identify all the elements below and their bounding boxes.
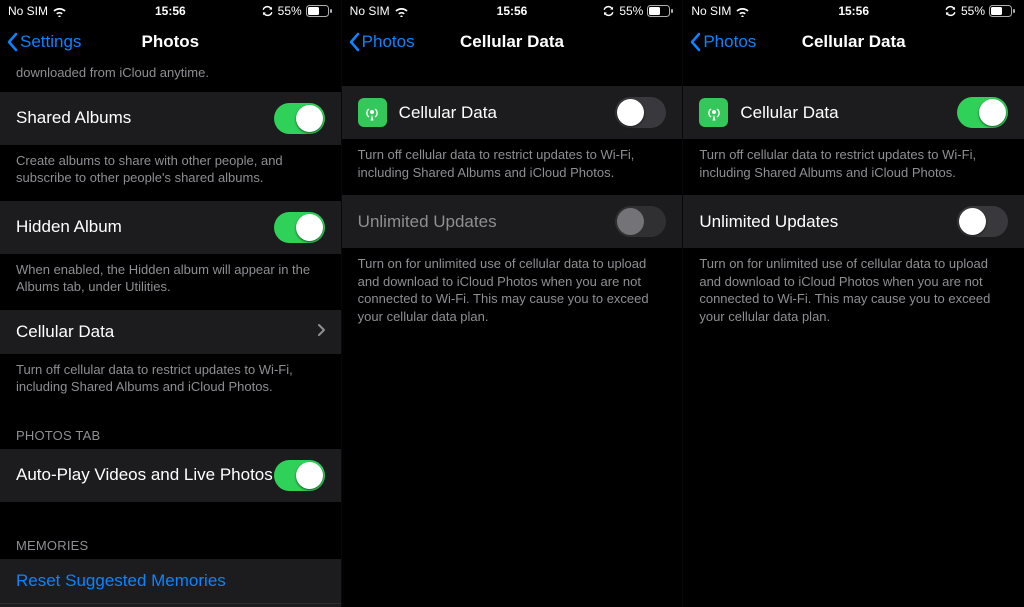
settings-row: Shared Albums (0, 92, 341, 145)
phone-screen: No SIM 15:56 55% Photos Cellular Data Ce… (341, 0, 683, 607)
section-header: MEMORIES (0, 520, 341, 559)
settings-row: Show Holiday Events (0, 603, 341, 607)
toggle-switch[interactable] (615, 97, 666, 128)
toggle-switch[interactable] (957, 97, 1008, 128)
status-bar: No SIM 15:56 55% (342, 0, 683, 20)
wifi-icon (394, 6, 409, 17)
section-footer: Turn on for unlimited use of cellular da… (683, 248, 1024, 339)
back-label: Photos (703, 32, 756, 52)
settings-row-action[interactable]: Reset Suggested Memories (0, 559, 341, 603)
back-button[interactable]: Settings (6, 32, 81, 52)
settings-row: Cellular Data (342, 86, 683, 139)
settings-row-link[interactable]: Cellular Data (0, 310, 341, 354)
row-label: Unlimited Updates (358, 212, 616, 232)
row-label: Cellular Data (16, 322, 317, 342)
content[interactable]: downloaded from iCloud anytime. Shared Al… (0, 64, 341, 607)
back-button[interactable]: Photos (348, 32, 415, 52)
battery-text: 55% (278, 4, 302, 18)
wifi-icon (52, 6, 67, 17)
section-header: PHOTOS TAB (0, 410, 341, 449)
chevron-left-icon (348, 32, 360, 52)
toggle-switch[interactable] (957, 206, 1008, 237)
back-label: Photos (362, 32, 415, 52)
carrier-text: No SIM (350, 4, 390, 18)
row-label: Unlimited Updates (699, 212, 957, 232)
toggle-switch[interactable] (274, 460, 325, 491)
row-label: Cellular Data (740, 103, 957, 123)
toggle-switch (615, 206, 666, 237)
antenna-icon (699, 98, 728, 127)
truncated-footer: downloaded from iCloud anytime. (0, 64, 341, 92)
chevron-left-icon (689, 32, 701, 52)
battery-icon (647, 5, 674, 17)
nav-bar: Settings Photos (0, 20, 341, 64)
settings-row: Cellular Data (683, 86, 1024, 139)
clock: 15:56 (497, 4, 528, 18)
row-label: Shared Albums (16, 108, 274, 128)
content[interactable]: Cellular Data Turn off cellular data to r… (342, 64, 683, 607)
nav-bar: Photos Cellular Data (683, 20, 1024, 64)
content[interactable]: Cellular Data Turn off cellular data to r… (683, 64, 1024, 607)
back-label: Settings (20, 32, 81, 52)
row-label: Reset Suggested Memories (16, 571, 325, 591)
carrier-text: No SIM (691, 4, 731, 18)
row-label: Hidden Album (16, 217, 274, 237)
spacer (342, 64, 683, 86)
chevron-left-icon (6, 32, 18, 52)
toggle-switch[interactable] (274, 103, 325, 134)
phone-screen: No SIM 15:56 55% Photos Cellular Data Ce… (682, 0, 1024, 607)
settings-row: Unlimited Updates (342, 195, 683, 248)
clock: 15:56 (838, 4, 869, 18)
battery-text: 55% (619, 4, 643, 18)
phone-screen: No SIM 15:56 55% Settings Photos downloa… (0, 0, 341, 607)
section-footer: Turn off cellular data to restrict updat… (342, 139, 683, 195)
settings-row: Hidden Album (0, 201, 341, 254)
section-footer: Turn off cellular data to restrict updat… (0, 354, 341, 410)
back-button[interactable]: Photos (689, 32, 756, 52)
clock: 15:56 (155, 4, 186, 18)
spacer (0, 502, 341, 520)
sync-icon (261, 5, 274, 17)
toggle-switch[interactable] (274, 212, 325, 243)
row-label: Cellular Data (399, 103, 616, 123)
status-bar: No SIM 15:56 55% (0, 0, 341, 20)
section-footer: Create albums to share with other people… (0, 145, 341, 201)
page-title: Photos (142, 32, 200, 52)
row-label: Auto-Play Videos and Live Photos (16, 465, 274, 485)
battery-icon (989, 5, 1016, 17)
carrier-text: No SIM (8, 4, 48, 18)
settings-row: Auto-Play Videos and Live Photos (0, 449, 341, 502)
battery-text: 55% (961, 4, 985, 18)
nav-bar: Photos Cellular Data (342, 20, 683, 64)
status-bar: No SIM 15:56 55% (683, 0, 1024, 20)
section-footer: When enabled, the Hidden album will appe… (0, 254, 341, 310)
spacer (683, 64, 1024, 86)
chevron-right-icon (317, 322, 325, 342)
section-footer: Turn off cellular data to restrict updat… (683, 139, 1024, 195)
battery-icon (306, 5, 333, 17)
section-footer: Turn on for unlimited use of cellular da… (342, 248, 683, 339)
page-title: Cellular Data (460, 32, 564, 52)
sync-icon (602, 5, 615, 17)
antenna-icon (358, 98, 387, 127)
sync-icon (944, 5, 957, 17)
wifi-icon (735, 6, 750, 17)
settings-row: Unlimited Updates (683, 195, 1024, 248)
page-title: Cellular Data (802, 32, 906, 52)
